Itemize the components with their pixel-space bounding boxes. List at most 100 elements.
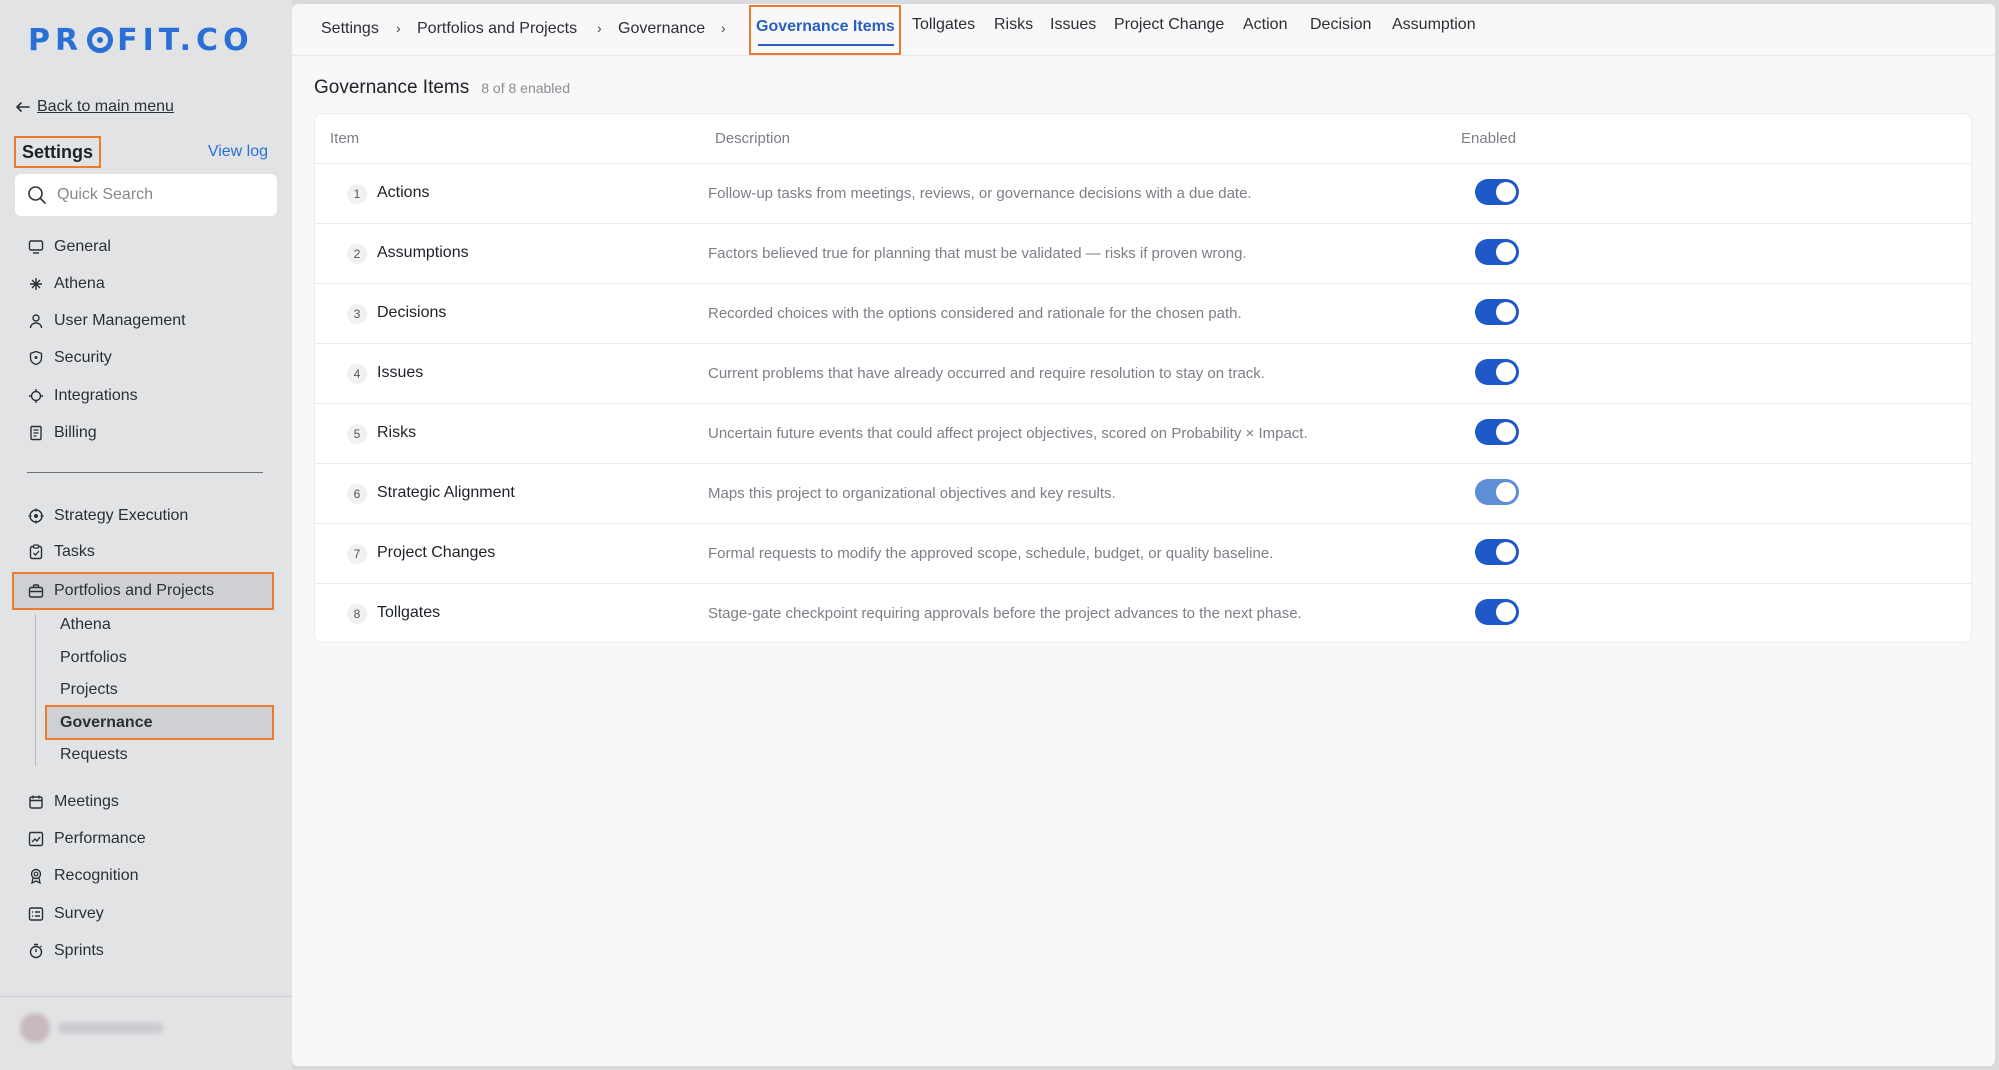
submenu-item-projects[interactable]: Projects <box>60 676 118 704</box>
enabled-toggle[interactable] <box>1475 359 1519 385</box>
enabled-toggle[interactable] <box>1475 299 1519 325</box>
row-number: 6 <box>347 484 367 504</box>
clipboard-icon <box>28 544 44 560</box>
tab-issues[interactable]: Issues <box>1050 16 1096 34</box>
table-header: Item Description Enabled <box>315 114 1971 164</box>
enabled-toggle[interactable] <box>1475 239 1519 265</box>
breadcrumb-governance[interactable]: Governance <box>618 20 705 38</box>
sidebar-item-security[interactable]: Security <box>28 344 112 372</box>
item-description: Formal requests to modify the approved s… <box>708 545 1274 562</box>
sidebar-item-athena[interactable]: Athena <box>28 270 105 298</box>
item-name: Actions <box>377 184 430 201</box>
calendar-icon <box>28 794 44 810</box>
settings-sidebar: PR FIT.CO Back to main menu Settings Vie… <box>0 0 292 1070</box>
toggle-knob <box>1496 182 1516 202</box>
search-icon <box>28 186 46 204</box>
sidebar-item-tasks[interactable]: Tasks <box>28 538 95 566</box>
sidebar-item-performance[interactable]: Performance <box>28 825 146 853</box>
sidebar-item-label: Security <box>54 349 112 366</box>
logo-text-right: FIT.CO <box>117 22 254 58</box>
sidebar-item-label: User Management <box>54 312 186 329</box>
logo-o-mark <box>87 27 114 53</box>
receipt-icon <box>28 425 44 441</box>
enabled-toggle[interactable] <box>1475 419 1519 445</box>
item-name: Assumptions <box>377 244 469 261</box>
sidebar-divider <box>27 472 263 473</box>
page-title: Governance Items <box>314 77 470 98</box>
sidebar-item-recognition[interactable]: Recognition <box>28 862 139 890</box>
monitor-icon <box>28 239 44 255</box>
enabled-toggle[interactable] <box>1475 179 1519 205</box>
table-row: 2 Assumptions Factors believed true for … <box>315 224 1971 284</box>
toggle-knob <box>1496 302 1516 322</box>
avatar[interactable] <box>20 1013 50 1043</box>
list-icon <box>28 906 44 922</box>
submenu-item-requests[interactable]: Requests <box>60 741 128 769</box>
governance-items-table: Item Description Enabled 1 Actions Follo… <box>314 113 1972 643</box>
toggle-knob <box>1496 362 1516 382</box>
toggle-knob <box>1496 602 1516 622</box>
sidebar-item-label: Integrations <box>54 387 138 404</box>
row-number: 7 <box>347 544 367 564</box>
quick-search-input[interactable] <box>57 186 257 204</box>
sidebar-item-label: Meetings <box>54 793 119 810</box>
tab-governance-items[interactable]: Governance Items <box>749 5 901 55</box>
item-description: Uncertain future events that could affec… <box>708 425 1308 442</box>
row-number: 4 <box>347 364 367 384</box>
item-name: Strategic Alignment <box>377 484 515 501</box>
settings-heading: Settings <box>14 136 102 168</box>
active-tab-underline <box>758 44 894 46</box>
tab-risks[interactable]: Risks <box>994 16 1033 34</box>
sidebar-item-label: Performance <box>54 830 146 847</box>
submenu-item-portfolios[interactable]: Portfolios <box>60 644 127 672</box>
item-name: Decisions <box>377 304 447 321</box>
tab-assumption[interactable]: Assumption <box>1392 16 1476 34</box>
sidebar-item-survey[interactable]: Survey <box>28 900 104 928</box>
item-description: Follow-up tasks from meetings, reviews, … <box>708 185 1252 202</box>
sidebar-item-label: Athena <box>54 275 105 292</box>
submenu-item-athena[interactable]: Athena <box>60 611 111 639</box>
breadcrumb-portfolios-and-projects[interactable]: Portfolios and Projects <box>417 20 577 38</box>
enabled-count: 8 of 8 enabled <box>481 80 570 96</box>
enabled-toggle[interactable] <box>1475 539 1519 565</box>
table-row: 3 Decisions Recorded choices with the op… <box>315 284 1971 344</box>
sidebar-item-sprints[interactable]: Sprints <box>28 937 104 965</box>
row-number: 2 <box>347 244 367 264</box>
item-name: Project Changes <box>377 544 496 561</box>
sidebar-item-portfolios-and-projects[interactable]: Portfolios and Projects <box>12 572 274 610</box>
sidebar-item-label: Sprints <box>54 942 104 959</box>
sidebar-item-integrations[interactable]: Integrations <box>28 382 138 410</box>
sidebar-item-label: Billing <box>54 424 97 441</box>
user-icon <box>28 313 44 329</box>
sidebar-item-user-management[interactable]: User Management <box>28 307 186 335</box>
profit-co-logo[interactable]: PR FIT.CO <box>28 20 254 60</box>
item-name: Risks <box>377 424 417 441</box>
view-log-link[interactable]: View log <box>208 143 268 161</box>
back-to-main-menu-link[interactable]: Back to main menu <box>15 98 174 116</box>
table-row: 6 Strategic Alignment Maps this project … <box>315 464 1971 524</box>
row-number: 1 <box>347 184 367 204</box>
target-icon <box>28 508 44 524</box>
enabled-toggle[interactable] <box>1475 479 1519 505</box>
tab-decision[interactable]: Decision <box>1310 16 1371 34</box>
tab-project-change[interactable]: Project Change <box>1114 16 1224 34</box>
sidebar-item-general[interactable]: General <box>28 233 111 261</box>
breadcrumb-separator: › <box>396 20 401 36</box>
sidebar-item-meetings[interactable]: Meetings <box>28 788 119 816</box>
sidebar-item-strategy-execution[interactable]: Strategy Execution <box>28 502 188 530</box>
enabled-toggle[interactable] <box>1475 599 1519 625</box>
chart-icon <box>28 831 44 847</box>
table-row: 1 Actions Follow-up tasks from meetings,… <box>315 164 1971 224</box>
sidebar-item-billing[interactable]: Billing <box>28 419 97 447</box>
toggle-knob <box>1496 542 1516 562</box>
tab-action[interactable]: Action <box>1243 16 1287 34</box>
award-icon <box>28 868 44 884</box>
breadcrumb-settings[interactable]: Settings <box>321 20 379 38</box>
submenu-item-governance[interactable]: Governance <box>45 705 274 740</box>
user-profile-area[interactable] <box>0 996 292 1070</box>
table-row: 4 Issues Current problems that have alre… <box>315 344 1971 404</box>
tab-tollgates[interactable]: Tollgates <box>912 16 975 34</box>
plug-icon <box>28 388 44 404</box>
row-number: 3 <box>347 304 367 324</box>
quick-search-box[interactable] <box>15 174 277 216</box>
